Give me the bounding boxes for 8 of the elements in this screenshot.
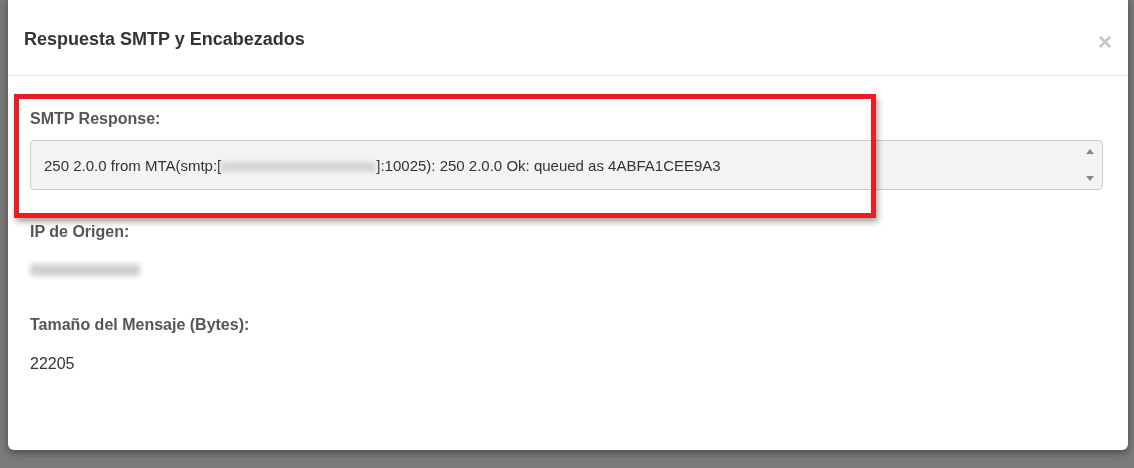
field-label: IP de Origen: (30, 222, 130, 242)
field-value: 22205 (30, 355, 75, 372)
scroll-down-icon[interactable] (1086, 176, 1094, 182)
response-field[interactable]: 250 2.0.0 from MTA(smtp:[ ]:10025): 250 2.0.0 Ok: queued as 4ABFA1CEE9A3 (30, 140, 1103, 190)
field-label: Tamaño del Mensaje (Bytes): (30, 315, 250, 335)
scroll-up-icon[interactable] (1086, 148, 1094, 154)
field-label: SMTP Response: (30, 109, 161, 129)
modal-title: Respuesta SMTP y Encabezados (24, 30, 305, 50)
